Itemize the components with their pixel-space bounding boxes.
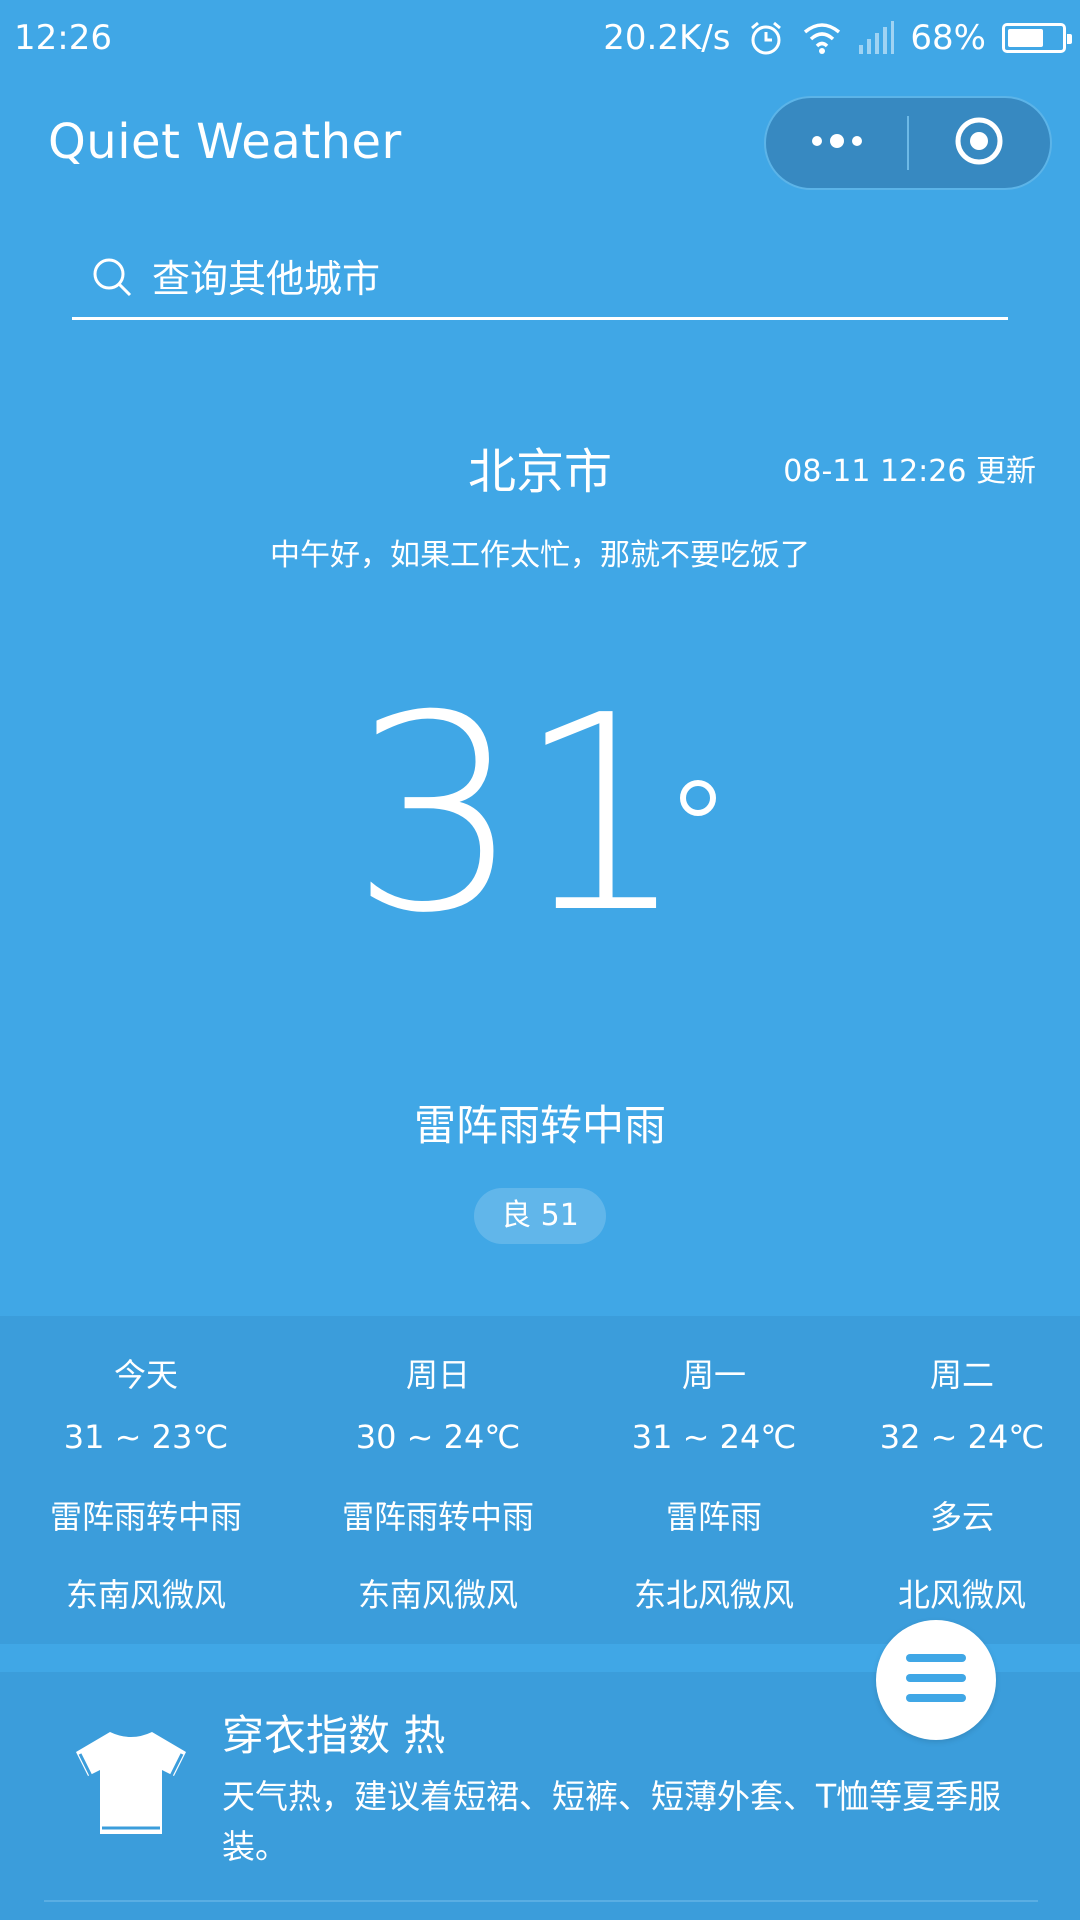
status-bar: 12:26 20.2K/s 68% <box>0 0 1080 76</box>
city-search-input[interactable] <box>152 256 952 301</box>
clothing-index-title: 穿衣指数 热 <box>222 1711 446 1760</box>
tshirt-icon <box>72 1726 190 1848</box>
close-mini-program-button[interactable] <box>909 98 1050 188</box>
forecast-panel: 今天 31 ~ 23℃ 雷阵雨转中雨 东南风微风 周日 30 ~ 24℃ 雷阵雨… <box>0 1316 1080 1644</box>
battery-level <box>1008 29 1044 47</box>
status-time: 12:26 <box>14 18 112 58</box>
forecast-wind: 东南风微风 <box>357 1576 518 1614</box>
forecast-temp-range: 32 ~ 24℃ <box>879 1418 1045 1456</box>
air-quality-badge: 良 51 <box>474 1188 606 1244</box>
greeting-text: 中午好，如果工作太忙，那就不要吃饭了 <box>270 538 810 573</box>
more-button[interactable] <box>766 98 907 188</box>
mini-program-capsule <box>764 96 1052 190</box>
app-title: Quiet Weather <box>48 114 402 170</box>
forecast-condition: 雷阵雨转中雨 <box>341 1498 534 1536</box>
forecast-day-label: 周一 <box>681 1356 746 1394</box>
battery-percent: 68% <box>910 18 986 58</box>
forecast-day-label: 今天 <box>113 1356 178 1394</box>
forecast-wind: 东北风微风 <box>633 1576 794 1614</box>
forecast-wind: 北风微风 <box>897 1576 1026 1614</box>
city-search-bar <box>72 240 1008 320</box>
app-bar: Quiet Weather <box>0 96 1080 192</box>
menu-icon <box>904 1650 968 1710</box>
forecast-temp-range: 31 ~ 24℃ <box>631 1418 797 1456</box>
forecast-day-label: 周二 <box>929 1356 994 1394</box>
forecast-temp-range: 31 ~ 23℃ <box>63 1418 229 1456</box>
more-icon <box>807 131 867 155</box>
forecast-day-label: 周日 <box>405 1356 470 1394</box>
forecast-condition: 雷阵雨 <box>665 1498 762 1536</box>
degree-symbol <box>680 780 716 816</box>
signal-icon <box>858 21 895 55</box>
forecast-temp-range: 30 ~ 24℃ <box>355 1418 521 1456</box>
status-icons: 20.2K/s 68% <box>603 18 1072 58</box>
current-temperature-block: 31 <box>0 680 1080 980</box>
close-mini-program-icon <box>953 115 1005 171</box>
search-icon <box>90 255 134 303</box>
battery-icon <box>1002 23 1072 53</box>
forecast-condition: 多云 <box>929 1498 994 1536</box>
current-temperature: 31 <box>350 657 688 972</box>
net-speed: 20.2K/s <box>603 18 731 58</box>
menu-button[interactable] <box>876 1620 996 1740</box>
forecast-condition: 雷阵雨转中雨 <box>49 1498 242 1536</box>
current-condition: 雷阵雨转中雨 <box>413 1101 666 1150</box>
alarm-icon <box>746 18 786 58</box>
clothing-index-description: 天气热，建议着短裙、短裤、短薄外套、T恤等夏季服装。 <box>222 1777 1002 1866</box>
update-time: 08-11 12:26 更新 <box>783 454 1036 489</box>
wifi-icon <box>802 21 842 55</box>
divider <box>44 1900 1038 1902</box>
forecast-wind: 东南风微风 <box>65 1576 226 1614</box>
